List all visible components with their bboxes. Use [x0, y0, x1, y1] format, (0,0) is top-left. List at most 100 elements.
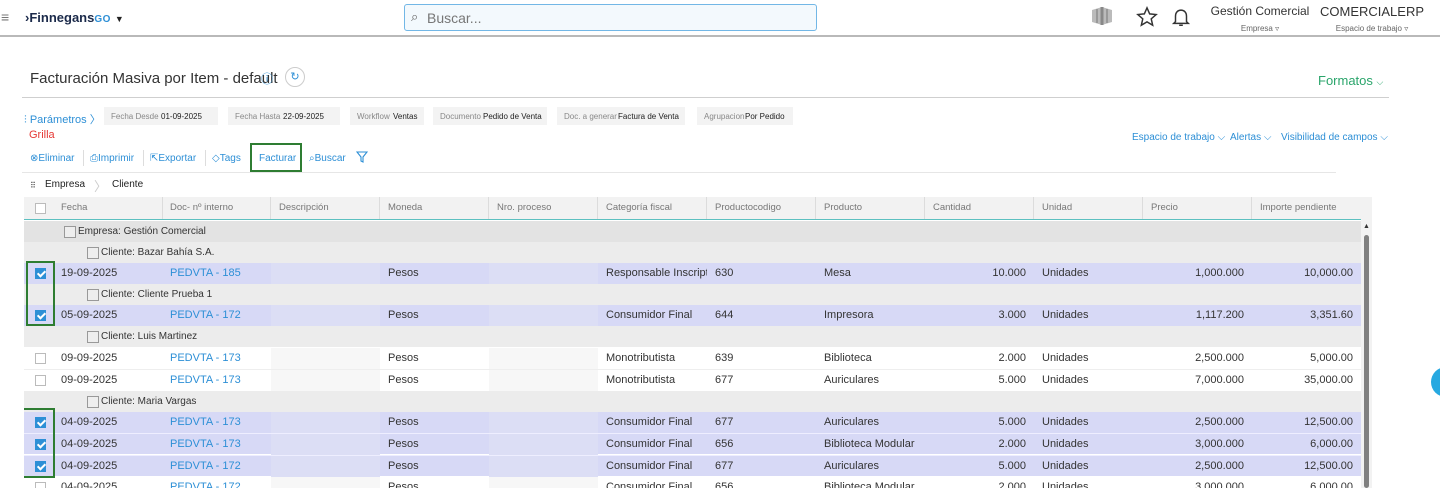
cell-cantidad: 10.000 [992, 267, 1026, 279]
param-fecha-desde[interactable]: Fecha Desde 01-09-2025 [104, 107, 218, 125]
param-value: Ventas [393, 112, 418, 121]
table-row[interactable]: 09-09-2025 PEDVTA - 173 Pesos Monotribut… [24, 348, 1361, 369]
favorites-star-icon[interactable] [1136, 6, 1158, 34]
group-row-cliente[interactable]: Cliente: Luis Martinez [24, 326, 1361, 347]
cell-cantidad: 5.000 [998, 374, 1026, 386]
group-row-cliente[interactable]: Cliente: Maria Vargas [24, 391, 1361, 412]
param-fecha-hasta[interactable]: Fecha Hasta 22-09-2025 [228, 107, 340, 125]
cell-descripcion [271, 434, 380, 455]
column-header[interactable]: Fecha [53, 197, 163, 219]
table-row[interactable]: 04-09-2025 PEDVTA - 172 Pesos Consumidor… [24, 477, 1361, 488]
refresh-icon: ↻ [290, 71, 300, 83]
column-header[interactable]: Precio [1143, 197, 1252, 219]
column-header[interactable]: Moneda [380, 197, 489, 219]
table-row[interactable]: 04-09-2025 PEDVTA - 173 Pesos Consumidor… [24, 433, 1361, 455]
cell-doc-link[interactable]: PEDVTA - 173 [162, 412, 271, 433]
grouping-separator-icon: 〉 [94, 179, 108, 194]
refresh-button[interactable]: ↻ [285, 67, 305, 87]
table-row[interactable]: 19-09-2025 PEDVTA - 185 Pesos Responsabl… [24, 263, 1361, 284]
param-agrupacion[interactable]: Agrupacion Por Pedido [697, 107, 793, 125]
scrollbar-thumb[interactable] [1364, 235, 1369, 488]
group-row-cliente[interactable]: Cliente: Bazar Bahía S.A. [24, 242, 1361, 263]
column-header[interactable]: Productocodigo [707, 197, 816, 219]
company-selector[interactable]: Gestión Comercial Empresa ▿ [1210, 4, 1310, 33]
cell-precio: 2,500.000 [1195, 416, 1244, 428]
alerts-dropdown[interactable]: Alertas ⌵ [1230, 132, 1272, 143]
cell-producto: Biblioteca [824, 352, 872, 364]
grouping-cliente[interactable]: Cliente [112, 179, 143, 190]
cell-categoria: Consumidor Final [606, 460, 693, 472]
row-checkbox[interactable] [35, 482, 46, 488]
cell-doc-link[interactable]: PEDVTA - 185 [162, 263, 271, 284]
cell-moneda: Pesos [388, 352, 419, 364]
table-row[interactable]: 09-09-2025 PEDVTA - 173 Pesos Monotribut… [24, 369, 1361, 391]
search-input[interactable] [425, 8, 805, 27]
column-header[interactable]: Categoría fiscal [598, 197, 707, 219]
cell-proceso [489, 370, 598, 391]
cell-unidad: Unidades [1042, 438, 1089, 450]
row-checkbox[interactable] [35, 353, 46, 364]
chevron-down-icon: ⌵ [1263, 132, 1272, 143]
workspace-label: Espacio de trabajo [1335, 24, 1402, 33]
print-button[interactable]: ⎙Imprimir [90, 153, 134, 164]
cell-doc-link[interactable]: PEDVTA - 172 [162, 305, 271, 326]
cell-descripcion [271, 412, 380, 433]
cell-doc-link[interactable]: PEDVTA - 172 [162, 456, 271, 477]
param-doc-generar[interactable]: Doc. a generar Factura de Venta [557, 107, 685, 125]
workspace-dropdown[interactable]: Espacio de trabajo ⌵ [1132, 132, 1225, 143]
export-button[interactable]: ⇱Exportar [150, 153, 196, 164]
cell-proceso [489, 305, 598, 326]
column-header[interactable]: Unidad [1034, 197, 1143, 219]
toolbar-divider [143, 150, 144, 166]
table-row[interactable]: 04-09-2025 PEDVTA - 172 Pesos Consumidor… [24, 455, 1361, 477]
column-header[interactable]: Producto [816, 197, 925, 219]
app-logo[interactable]: ›FinnegansGO ▼ [25, 10, 124, 25]
cell-doc-link[interactable]: PEDVTA - 173 [162, 370, 271, 391]
parameters-label: Parámetros [29, 114, 87, 126]
search-grid-button[interactable]: ⌕Buscar [309, 153, 346, 164]
select-all-checkbox[interactable] [35, 203, 46, 214]
hamburger-menu-icon[interactable]: ≡ [1, 9, 9, 25]
column-header[interactable]: Descripción [271, 197, 380, 219]
cell-producto: Biblioteca Modular [824, 438, 915, 450]
column-header[interactable]: Doc- nº interno [162, 197, 271, 219]
field-visibility-dropdown[interactable]: Visibilidad de campos ⌵ [1281, 132, 1388, 143]
row-checkbox[interactable] [35, 375, 46, 386]
table-row[interactable]: 04-09-2025 PEDVTA - 173 Pesos Consumidor… [24, 412, 1361, 433]
cell-cantidad: 3.000 [998, 309, 1026, 321]
cell-codigo: 677 [715, 374, 734, 386]
formats-dropdown[interactable]: Formatos ⌵ [1318, 73, 1383, 88]
scroll-up-arrow-icon[interactable]: ▲ [1361, 223, 1372, 230]
title-divider [22, 97, 1389, 98]
grouping-empresa[interactable]: Empresa [45, 179, 85, 190]
selection-highlight [24, 408, 55, 478]
param-documento[interactable]: Documento Pedido de Venta [433, 107, 547, 125]
group-row-cliente[interactable]: Cliente: Cliente Prueba 1 [24, 284, 1361, 305]
notifications-bell-icon[interactable] [1170, 6, 1192, 34]
help-floating-button[interactable] [1431, 367, 1440, 397]
cell-descripcion [271, 305, 380, 326]
sync-status-icon[interactable] [1089, 6, 1115, 32]
cell-importe: 3,351.60 [1310, 309, 1353, 321]
column-header[interactable]: Importe pendiente [1252, 197, 1361, 219]
group-row-empresa[interactable]: Empresa: Gestión Comercial [24, 221, 1361, 242]
workspace-selector[interactable]: COMERCIALERP Espacio de trabajo ▿ [1320, 4, 1424, 33]
cell-proceso [489, 412, 598, 433]
grouping-grip-icon[interactable]: ⠿ [30, 181, 36, 190]
cell-doc-link[interactable]: PEDVTA - 172 [162, 477, 271, 488]
filter-icon[interactable] [355, 151, 369, 166]
cell-producto: Auriculares [824, 416, 880, 428]
table-row[interactable]: 05-09-2025 PEDVTA - 172 Pesos Consumidor… [24, 305, 1361, 326]
group-label: Empresa: Gestión Comercial [64, 221, 206, 242]
cell-doc-link[interactable]: PEDVTA - 173 [162, 348, 271, 369]
info-icon[interactable]: ⓘ [261, 70, 273, 87]
tags-button[interactable]: ◇Tags [212, 153, 241, 164]
column-header[interactable]: Nro. proceso [489, 197, 598, 219]
param-workflow[interactable]: Workflow Ventas [350, 107, 424, 125]
delete-button[interactable]: ⊗Eliminar [30, 153, 75, 164]
grid-header: Fecha Doc- nº interno Descripción Moneda… [24, 197, 1361, 220]
parameters-toggle[interactable]: ⫶ Parámetros 〉 [24, 111, 101, 127]
column-header[interactable]: Cantidad [925, 197, 1034, 219]
cell-doc-link[interactable]: PEDVTA - 173 [162, 434, 271, 455]
grid-scrollbar[interactable]: ▲ [1361, 221, 1372, 488]
